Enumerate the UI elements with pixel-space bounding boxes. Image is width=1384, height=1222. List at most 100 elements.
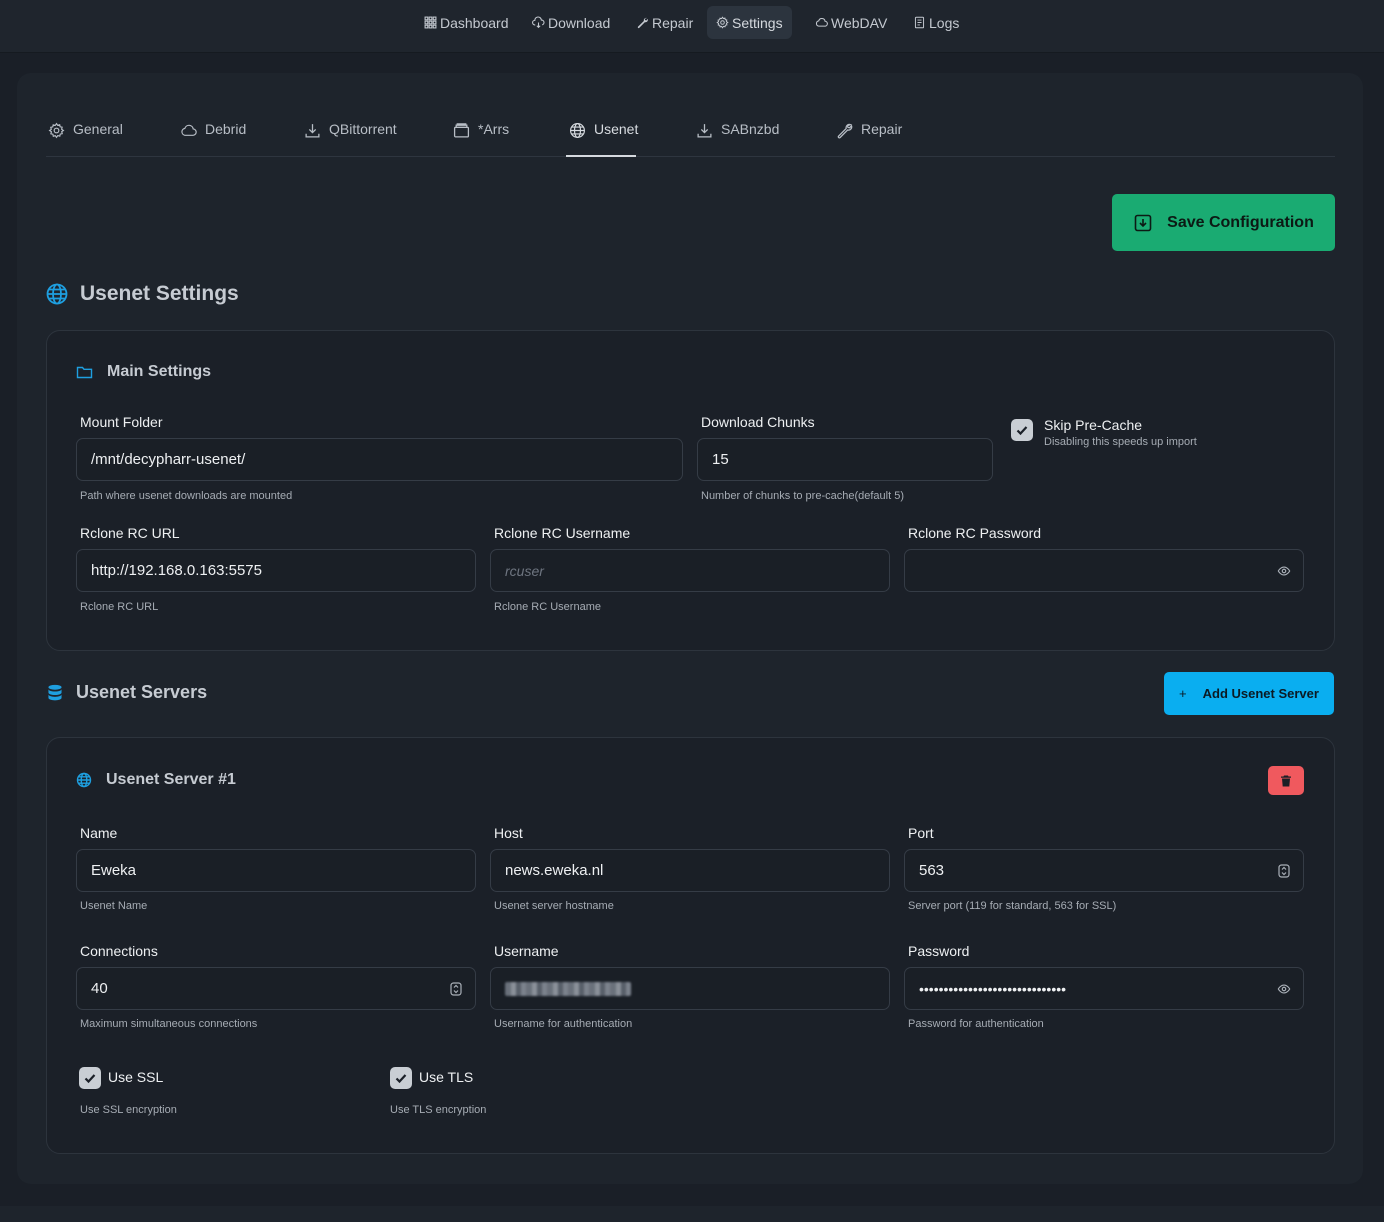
mount-folder-label: Mount Folder	[80, 414, 163, 430]
settings-card: General Debrid QBittorrent *Arrs Usenet …	[17, 73, 1363, 1184]
file-text-icon	[914, 16, 925, 29]
nav-download[interactable]: Download	[523, 6, 619, 39]
server-host-input[interactable]: news.eweka.nl	[490, 849, 890, 892]
usenet-settings-heading: Usenet Settings	[46, 282, 239, 306]
nav-dashboard[interactable]: Dashboard	[415, 6, 518, 39]
section-title-text: Usenet Settings	[80, 282, 239, 305]
trash-icon	[1281, 775, 1291, 786]
add-usenet-server-button[interactable]: + Add Usenet Server	[1164, 672, 1334, 715]
footer-strip	[0, 1206, 1384, 1222]
connections-input[interactable]: 40	[76, 967, 476, 1010]
tab-label: SABnzbd	[721, 121, 780, 137]
eye-icon[interactable]	[1277, 982, 1291, 996]
check-icon	[84, 1074, 96, 1084]
tab-general[interactable]: General	[48, 121, 123, 157]
plus-icon: +	[1179, 686, 1187, 701]
database-icon	[48, 684, 62, 700]
skip-precache-label: Skip Pre-Cache	[1044, 417, 1143, 433]
globe-icon	[76, 772, 92, 788]
rclone-username-input[interactable]: rcuser	[490, 549, 890, 592]
username-label: Username	[494, 943, 559, 959]
tab-sabnzbd[interactable]: SABnzbd	[696, 121, 779, 157]
globe-icon	[46, 283, 68, 305]
rclone-url-value: http://192.168.0.163:5575	[91, 562, 262, 579]
server-name-label: Name	[80, 825, 118, 841]
nav-settings[interactable]: Settings	[707, 6, 792, 39]
server-port-label: Port	[908, 825, 934, 841]
password-label: Password	[908, 943, 970, 959]
grid-icon	[424, 16, 437, 29]
add-label: Add Usenet Server	[1202, 686, 1319, 701]
download-chunks-label: Download Chunks	[701, 414, 815, 430]
cloud-download-icon	[532, 16, 545, 29]
save-configuration-button[interactable]: Save Configuration	[1112, 194, 1335, 251]
nav-repair[interactable]: Repair	[627, 6, 702, 39]
panel-title-text: Usenet Server #1	[106, 771, 236, 788]
skip-precache-checkbox[interactable]	[1011, 419, 1033, 441]
use-ssl-checkbox[interactable]	[79, 1067, 101, 1089]
tab-usenet[interactable]: Usenet	[569, 121, 638, 157]
stepper-icon[interactable]	[1277, 863, 1291, 878]
server-port-input[interactable]: 563	[904, 849, 1304, 892]
folder-icon	[76, 366, 93, 378]
username-input[interactable]	[490, 967, 890, 1010]
save-label: Save Configuration	[1167, 213, 1314, 231]
nav-label: Download	[548, 14, 611, 31]
nav-label: WebDAV	[831, 14, 888, 31]
nav-logs[interactable]: Logs	[904, 6, 968, 39]
rclone-username-label: Rclone RC Username	[494, 525, 631, 541]
use-tls-checkbox[interactable]	[390, 1067, 412, 1089]
main-settings-heading: Main Settings	[76, 363, 211, 381]
password-input[interactable]: ••••••••••••••••••••••••••••••	[904, 967, 1304, 1010]
delete-server-button[interactable]	[1268, 766, 1304, 795]
rclone-username-placeholder: rcuser	[505, 562, 544, 579]
section-title-text: Usenet Servers	[76, 682, 208, 702]
top-navbar: Dashboard Download Repair Settings WebDA…	[0, 0, 1384, 53]
nav-label: Settings	[732, 14, 783, 31]
server-port-help: Server port (119 for standard, 563 for S…	[908, 900, 1117, 912]
use-tls-help: Use TLS encryption	[390, 1104, 487, 1116]
rclone-url-help: Rclone RC URL	[80, 601, 159, 613]
connections-help: Maximum simultaneous connections	[80, 1018, 258, 1030]
eye-icon[interactable]	[1277, 564, 1291, 578]
gear-icon	[716, 16, 729, 29]
check-icon	[395, 1074, 407, 1084]
tab-debrid[interactable]: Debrid	[180, 121, 246, 157]
username-help: Username for authentication	[494, 1018, 633, 1030]
use-ssl-label: Use SSL	[108, 1069, 164, 1085]
tab-label: *Arrs	[478, 121, 510, 137]
mount-folder-input[interactable]: /mnt/decypharr-usenet/	[76, 438, 683, 481]
rclone-url-label: Rclone RC URL	[80, 525, 180, 541]
cloud-icon	[181, 124, 197, 136]
cloud-icon	[815, 18, 828, 27]
redacted-username	[505, 981, 631, 996]
download-icon	[305, 124, 320, 138]
mount-folder-help: Path where usenet downloads are mounted	[80, 490, 293, 502]
rclone-password-label: Rclone RC Password	[908, 525, 1042, 541]
tab-label: Debrid	[205, 121, 247, 137]
mount-folder-value: /mnt/decypharr-usenet/	[91, 451, 246, 468]
server-name-input[interactable]: Eweka	[76, 849, 476, 892]
tab-label: Repair	[861, 121, 903, 137]
server-name-help: Usenet Name	[80, 900, 148, 912]
nav-label: Dashboard	[440, 14, 509, 31]
stepper-icon[interactable]	[449, 981, 463, 996]
globe-icon	[570, 123, 585, 138]
gear-icon	[48, 122, 65, 139]
save-icon	[1134, 214, 1152, 231]
main-settings-panel: Main Settings Mount Folder /mnt/decyphar…	[46, 330, 1335, 651]
download-chunks-input[interactable]: 15	[697, 438, 993, 481]
tab-repair[interactable]: Repair	[836, 121, 902, 157]
nav-webdav[interactable]: WebDAV	[806, 6, 896, 39]
use-ssl-help: Use SSL encryption	[80, 1104, 177, 1116]
archive-icon	[453, 123, 470, 138]
nav-label: Logs	[929, 14, 960, 31]
rclone-url-input[interactable]: http://192.168.0.163:5575	[76, 549, 476, 592]
rclone-password-input[interactable]	[904, 549, 1304, 592]
server-host-help: Usenet server hostname	[494, 900, 614, 912]
tab-qbittorrent[interactable]: QBittorrent	[304, 121, 397, 157]
tab-arrs[interactable]: *Arrs	[453, 121, 509, 157]
download-chunks-value: 15	[712, 451, 729, 468]
download-icon	[697, 124, 712, 138]
settings-tabs: General Debrid QBittorrent *Arrs Usenet …	[46, 113, 1335, 157]
